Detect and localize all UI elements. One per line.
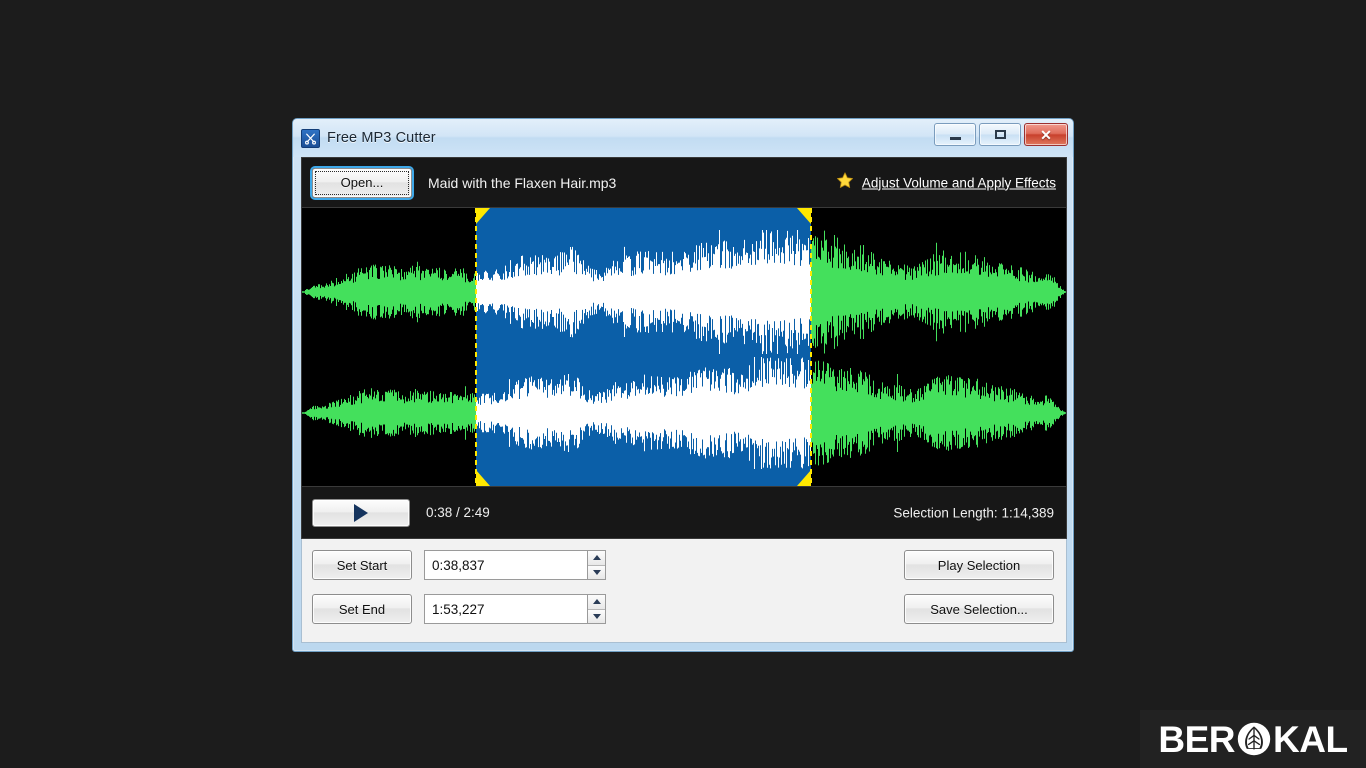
start-time-spin-down[interactable] [588,565,605,580]
start-time-input[interactable]: 0:38,837 [424,550,587,580]
set-start-row: Set Start 0:38,837 [312,550,606,580]
selection-length-label: Selection Length: 1:14,389 [893,505,1054,520]
start-time-stepper[interactable]: 0:38,837 [424,550,606,580]
end-time-spin-up[interactable] [588,595,605,609]
file-toolbar: Open... Maid with the Flaxen Hair.mp3 Ad… [301,157,1067,207]
play-icon [354,504,368,522]
title-bar[interactable]: Free MP3 Cutter ✕ [293,119,1073,157]
waveform-canvas[interactable] [302,208,1066,486]
end-time-stepper[interactable]: 1:53,227 [424,594,606,624]
close-icon: ✕ [1040,128,1052,142]
star-icon [836,171,854,194]
end-time-input[interactable]: 1:53,227 [424,594,587,624]
scissors-icon [301,129,320,148]
selection-controls-panel: Set Start 0:38,837 [301,539,1067,643]
transport-bar: 0:38 / 2:49 Selection Length: 1:14,389 [301,487,1067,539]
waveform-display[interactable] [301,207,1067,487]
play-selection-button[interactable]: Play Selection [904,550,1054,580]
window-controls: ✕ [934,123,1068,146]
adjust-volume-link-label: Adjust Volume and Apply Effects [862,175,1056,190]
screen: Free MP3 Cutter ✕ Open... Maid with the … [0,0,1366,768]
open-button[interactable]: Open... [312,168,412,198]
start-time-spin-up[interactable] [588,551,605,565]
free-mp3-cutter-window: Free MP3 Cutter ✕ Open... Maid with the … [292,118,1074,652]
watermark-text-right: KAL [1273,721,1348,758]
chevron-up-icon [593,555,601,560]
save-selection-button[interactable]: Save Selection... [904,594,1054,624]
minimize-icon [950,137,961,140]
watermark-text-left: BER [1158,721,1235,758]
leaf-circle-icon [1236,721,1272,757]
playback-time: 0:38 / 2:49 [426,505,490,520]
loaded-filename: Maid with the Flaxen Hair.mp3 [428,175,616,191]
chevron-up-icon [593,599,601,604]
play-button[interactable] [312,499,410,527]
selection-action-buttons: Play Selection Save Selection... [904,550,1054,624]
start-time-spin-buttons [587,550,606,580]
close-button[interactable]: ✕ [1024,123,1068,146]
set-end-row: Set End 1:53,227 [312,594,606,624]
set-start-button[interactable]: Set Start [312,550,412,580]
maximize-icon [995,130,1006,139]
chevron-down-icon [593,570,601,575]
chevron-down-icon [593,614,601,619]
maximize-button[interactable] [979,123,1021,146]
end-time-spin-buttons [587,594,606,624]
set-end-button[interactable]: Set End [312,594,412,624]
end-time-spin-down[interactable] [588,609,605,624]
minimize-button[interactable] [934,123,976,146]
window-title: Free MP3 Cutter [327,130,436,146]
client-area: Open... Maid with the Flaxen Hair.mp3 Ad… [301,157,1067,645]
adjust-volume-link[interactable]: Adjust Volume and Apply Effects [836,171,1056,194]
berakal-watermark: BER KAL [1140,710,1366,768]
